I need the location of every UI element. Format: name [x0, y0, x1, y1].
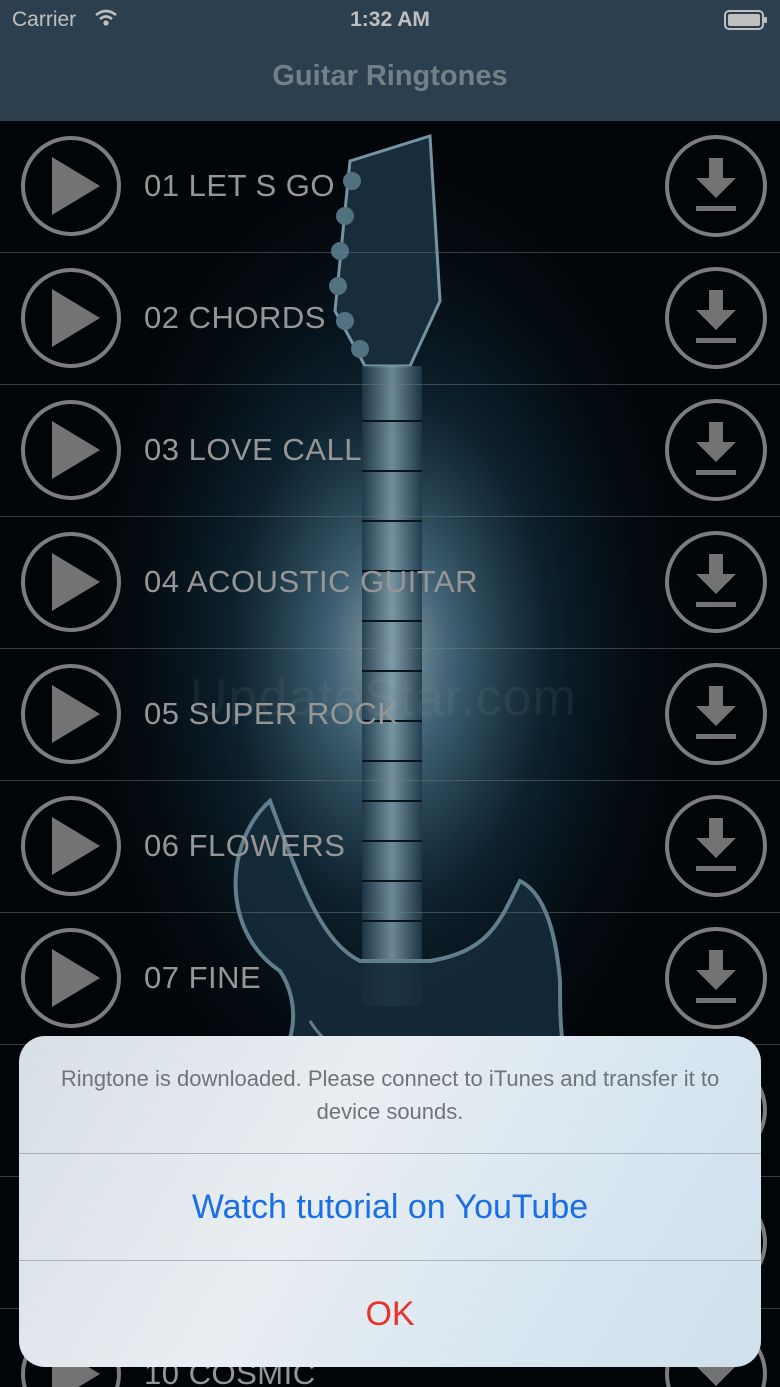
watch-tutorial-button[interactable]: Watch tutorial on YouTube	[19, 1154, 761, 1260]
download-alert-dialog: Ringtone is downloaded. Please connect t…	[19, 1036, 761, 1367]
ok-button[interactable]: OK	[19, 1261, 761, 1367]
app-screen: UpdateStar.com Carrier 1:32 AM Guitar Ri…	[0, 0, 780, 1387]
alert-message: Ringtone is downloaded. Please connect t…	[60, 1066, 720, 1124]
